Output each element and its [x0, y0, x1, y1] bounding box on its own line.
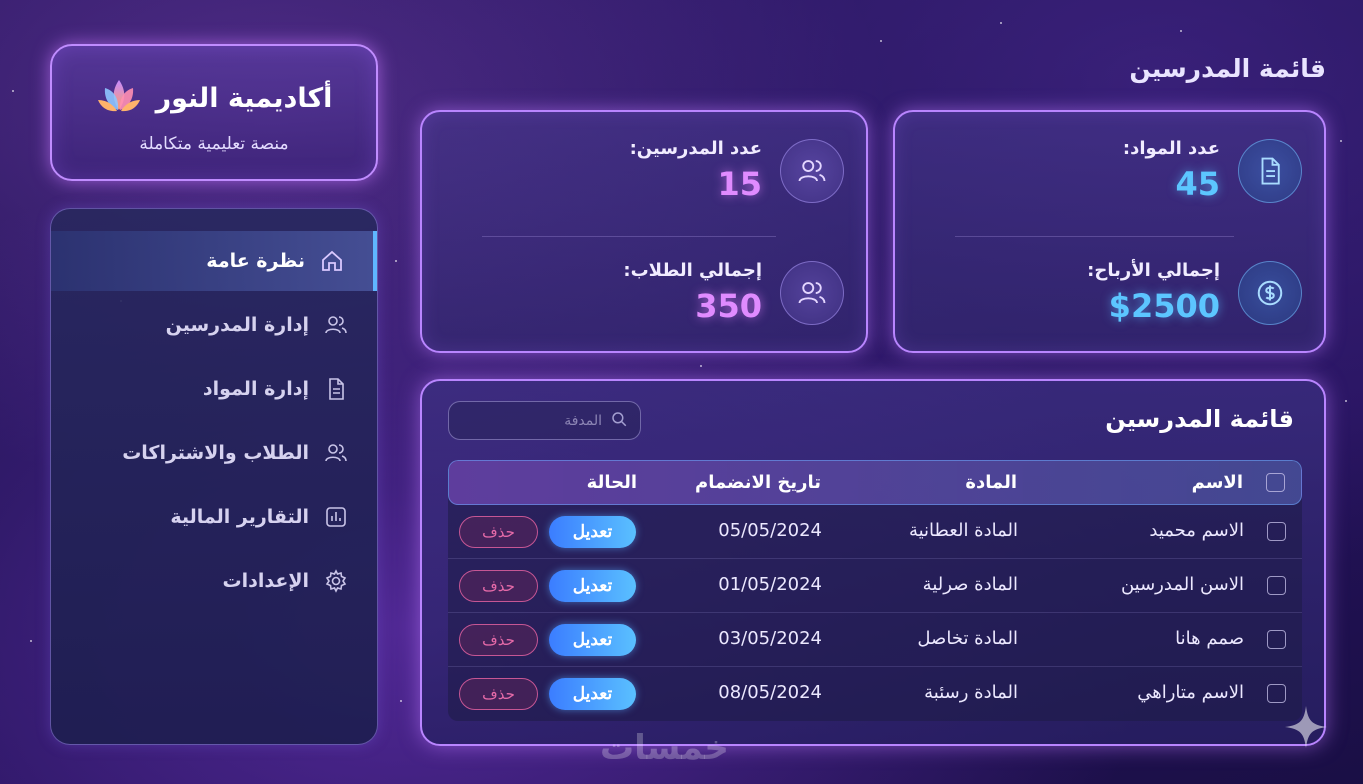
sidebar-item-subjects[interactable]: إدارة المواد — [51, 359, 377, 419]
teachers-table: الاسم المادة تاريخ الانضمام الحالة الاسم… — [448, 460, 1302, 721]
stat-label: عدد المدرسين: — [629, 138, 762, 159]
sidebar-item-label: التقارير المالية — [170, 506, 309, 528]
column-header-joined: تاريخ الانضمام — [695, 472, 821, 493]
teacher-joined-date: 08/05/2024 — [718, 682, 822, 703]
row-checkbox[interactable] — [1267, 522, 1286, 541]
home-icon — [319, 248, 345, 274]
teacher-name: صمم هانا — [1175, 628, 1244, 649]
sidebar-item-overview[interactable]: نظرة عامة — [51, 231, 377, 291]
stat-students: إجمالي الطلاب: 350 — [623, 260, 844, 325]
page-title: قائمة المدرسين — [1129, 54, 1326, 83]
teacher-joined-date: 03/05/2024 — [718, 628, 822, 649]
column-header-name: الاسم — [1191, 472, 1243, 493]
sidebar-item-label: الإعدادات — [222, 570, 309, 592]
sidebar-item-students[interactable]: الطلاب والاشتراكات — [51, 423, 377, 483]
edit-button[interactable]: تعديل — [549, 678, 636, 710]
teacher-joined-date: 05/05/2024 — [718, 520, 822, 541]
teacher-subject: المادة العطانية — [908, 520, 1018, 541]
search-placeholder: المدفة — [564, 412, 602, 429]
table-row: الاسم متاراهي المادة رسئبة 08/05/2024 تع… — [448, 667, 1302, 721]
sidebar-item-teachers[interactable]: إدارة المدرسين — [51, 295, 377, 355]
stat-subjects: عدد المواد: 45 — [1123, 138, 1302, 203]
sidebar-item-label: نظرة عامة — [206, 250, 305, 272]
sidebar-item-settings[interactable]: الإعدادات — [51, 551, 377, 611]
stat-value: 45 — [1175, 165, 1220, 203]
edit-button[interactable]: تعديل — [549, 570, 636, 602]
stat-value: $2500 — [1108, 287, 1220, 325]
delete-button[interactable]: حذف — [459, 624, 538, 656]
stat-value: 350 — [695, 287, 762, 325]
delete-button[interactable]: حذف — [459, 570, 538, 602]
row-checkbox[interactable] — [1267, 576, 1286, 595]
stat-teachers: عدد المدرسين: 15 — [630, 138, 844, 203]
teacher-subject: المادة رسئبة — [924, 682, 1018, 703]
users-icon — [323, 312, 349, 338]
teacher-subject: المادة صرلية — [922, 574, 1018, 595]
stat-label: عدد المواد: — [1122, 138, 1220, 159]
table-row: الاسن المدرسين المادة صرلية 01/05/2024 ت… — [448, 559, 1302, 613]
teacher-joined-date: 01/05/2024 — [718, 574, 822, 595]
column-header-subject: المادة — [965, 472, 1017, 493]
sidebar-item-label: إدارة المدرسين — [165, 314, 309, 336]
sidebar-item-label: الطلاب والاشتراكات — [122, 442, 309, 464]
column-header-status: الحالة — [586, 472, 637, 493]
stats-card-teachers-students: عدد المدرسين: 15 إجمالي الطلاب: 350 — [420, 110, 868, 353]
document-icon — [1238, 138, 1302, 203]
stat-label: إجمالي الطلاب: — [623, 260, 762, 281]
gear-icon — [323, 568, 349, 594]
brand-subtitle: منصة تعليمية متكاملة — [139, 134, 289, 154]
bar-chart-icon — [323, 504, 349, 530]
table-row: الاسم محميد المادة العطانية 05/05/2024 ت… — [448, 505, 1302, 559]
table-row: صمم هانا المادة تخاصل 03/05/2024 تعديل ح… — [448, 613, 1302, 667]
teachers-table-card: قائمة المدرسين المدفة الاسم المادة تاريخ… — [420, 379, 1326, 746]
table-header: الاسم المادة تاريخ الانضمام الحالة — [448, 460, 1302, 505]
sidebar-item-label: إدارة المواد — [202, 378, 309, 400]
teacher-name: الاسم متاراهي — [1137, 682, 1244, 703]
divider — [482, 236, 776, 237]
users-icon — [780, 260, 844, 325]
select-all-checkbox[interactable] — [1266, 473, 1285, 492]
brand-card: أكاديمية النور منصة تعليمية متكاملة — [50, 44, 378, 181]
lotus-logo-icon — [96, 76, 142, 120]
delete-button[interactable]: حذف — [459, 516, 538, 548]
users-icon — [323, 440, 349, 466]
teacher-name: الاسن المدرسين — [1120, 574, 1244, 595]
brand-title: أكاديمية النور — [155, 82, 333, 114]
edit-button[interactable]: تعديل — [549, 516, 636, 548]
sidebar-item-financial-reports[interactable]: التقارير المالية — [51, 487, 377, 547]
row-checkbox[interactable] — [1267, 630, 1286, 649]
dollar-icon — [1238, 260, 1302, 325]
teacher-subject: المادة تخاصل — [917, 628, 1018, 649]
divider — [955, 236, 1234, 237]
teacher-name: الاسم محميد — [1149, 520, 1244, 541]
delete-button[interactable]: حذف — [459, 678, 538, 710]
search-icon — [610, 410, 628, 432]
sidebar-nav: نظرة عامة إدارة المدرسين إدارة المواد ال… — [50, 208, 378, 745]
document-icon — [323, 376, 349, 402]
users-icon — [780, 138, 844, 203]
table-title: قائمة المدرسين — [1105, 405, 1294, 433]
row-checkbox[interactable] — [1267, 684, 1286, 703]
search-input[interactable]: المدفة — [448, 401, 641, 440]
stat-profits: إجمالي الأرباح: $2500 — [1087, 260, 1302, 325]
stats-card-subjects-profits: عدد المواد: 45 إجمالي الأرباح: $2500 — [893, 110, 1326, 353]
watermark-logo: خمسات — [600, 728, 729, 768]
stat-label: إجمالي الأرباح: — [1087, 260, 1220, 281]
stat-value: 15 — [717, 165, 762, 203]
edit-button[interactable]: تعديل — [549, 624, 636, 656]
sparkle-icon — [1285, 706, 1327, 748]
